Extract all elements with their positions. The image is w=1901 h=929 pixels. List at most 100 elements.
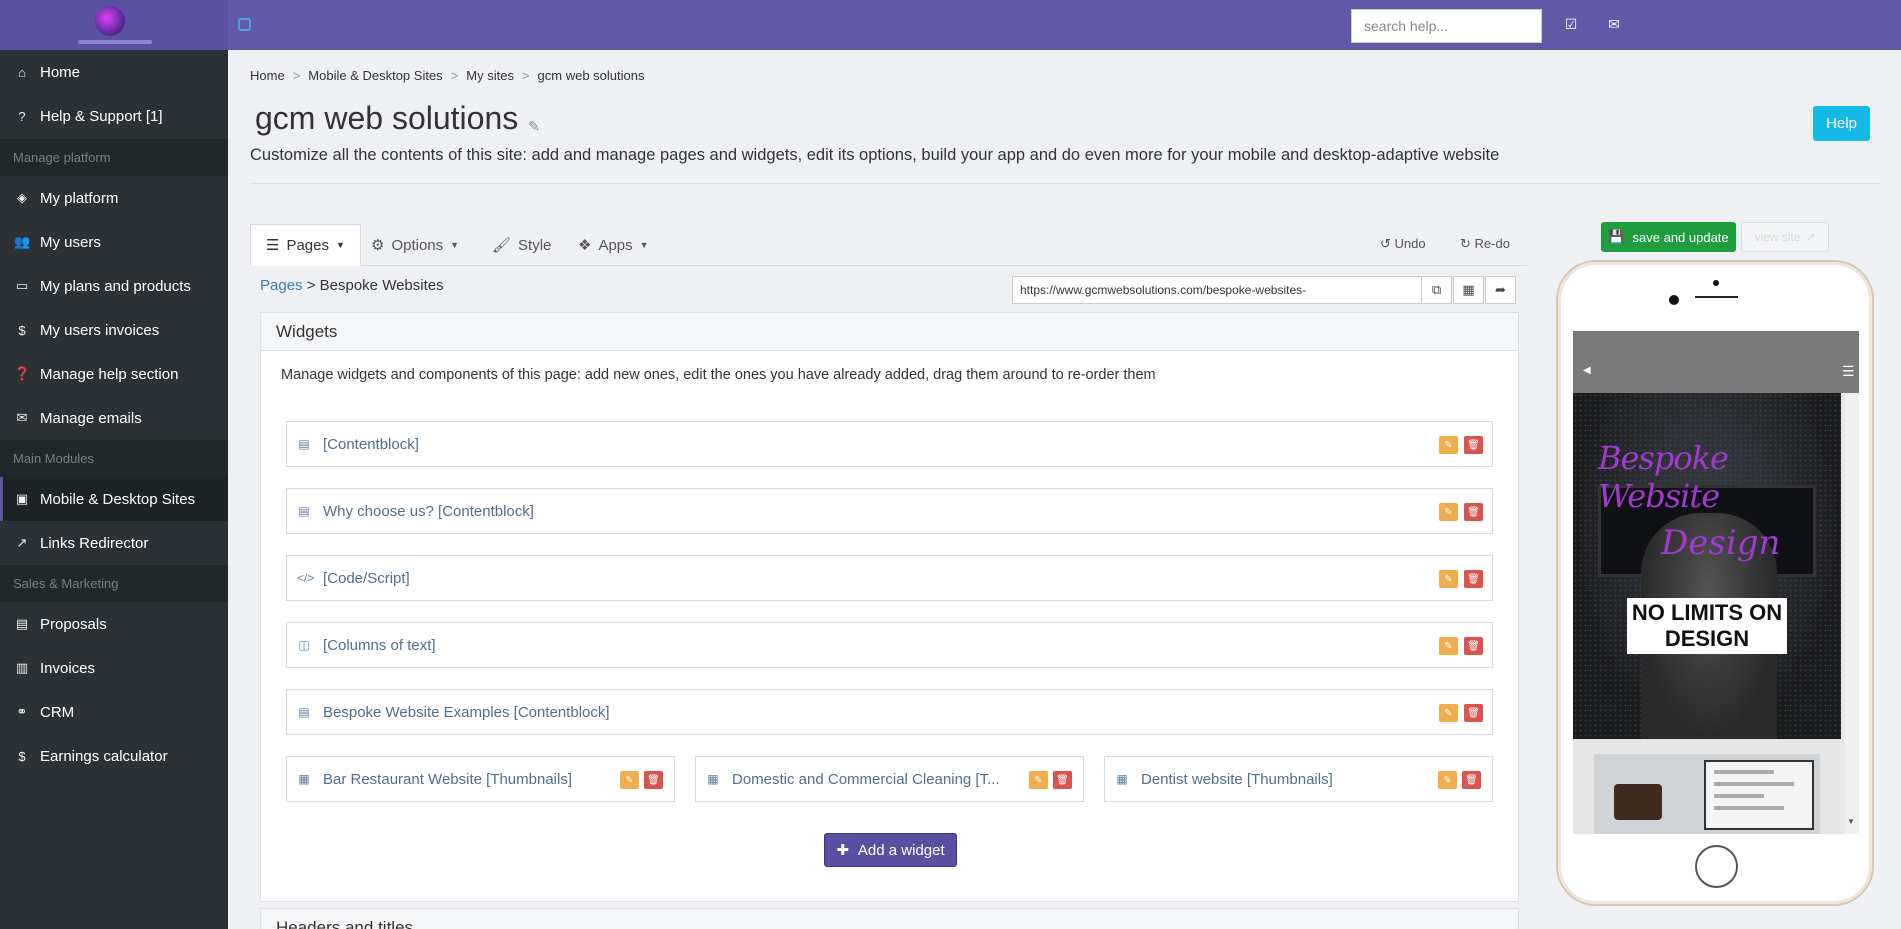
edit-icon[interactable]: ✎: [620, 771, 639, 789]
edit-icon[interactable]: ✎: [1439, 637, 1458, 655]
thumbnail-widget[interactable]: ▦ Domestic and Commercial Cleaning [T...…: [695, 756, 1084, 802]
phone-screen[interactable]: ◀ ☰ Bespoke Website Design NO LIMITS ON …: [1573, 331, 1859, 834]
back-arrow-icon[interactable]: ◀: [1583, 365, 1591, 376]
edit-pencil-icon[interactable]: ✎: [528, 118, 540, 135]
envelope-icon: ✉: [16, 410, 28, 425]
tab-apps[interactable]: ❖ Apps ▼: [578, 224, 649, 266]
edit-icon[interactable]: ✎: [1439, 570, 1458, 588]
sidebar-item-plans-products[interactable]: ▭ My plans and products: [0, 264, 228, 308]
pages-link[interactable]: Pages: [260, 277, 303, 294]
preview-scrollbar[interactable]: [1845, 393, 1859, 834]
page-crumb: Pages > Bespoke Websites: [260, 277, 444, 294]
breadcrumb-current: gcm web solutions: [537, 68, 645, 83]
sidebar-item-label: My platform: [40, 189, 119, 207]
tab-pages[interactable]: ☰ Pages ▼: [250, 224, 361, 266]
widget-label[interactable]: Dentist website [Thumbnails]: [1141, 771, 1333, 788]
view-site-button[interactable]: view site ↗: [1741, 222, 1829, 252]
widget-row[interactable]: ▤ [Contentblock] ✎ 🗑: [286, 421, 1493, 467]
edit-icon[interactable]: ✎: [1438, 771, 1457, 789]
page-subtitle: Customize all the contents of this site:…: [250, 146, 1500, 164]
page-title: gcm web solutions: [255, 100, 519, 136]
delete-icon[interactable]: 🗑: [1464, 704, 1483, 722]
hero-script-line-1: Bespoke Website: [1598, 439, 1729, 515]
sidebar-item-invoices[interactable]: ▥ Invoices: [0, 646, 228, 690]
sidebar: ⌂ Home ? Help & Support [1] Manage platf…: [0, 50, 228, 929]
ui-line: [1714, 806, 1784, 810]
breadcrumb-my-sites[interactable]: My sites: [466, 68, 514, 83]
add-widget-button[interactable]: ✚ Add a widget: [824, 833, 957, 867]
save-update-button[interactable]: 💾 save and update: [1601, 222, 1736, 252]
section-manage-platform: Manage platform: [0, 139, 228, 176]
widgets-panel: Widgets Manage widgets and components of…: [260, 312, 1519, 902]
sidebar-item-label: Invoices: [40, 659, 96, 677]
sidebar-item-proposals[interactable]: ▤ Proposals: [0, 602, 228, 646]
page-url-field[interactable]: [1012, 276, 1422, 304]
search-help-input[interactable]: [1351, 9, 1542, 43]
sidebar-item-users-invoices[interactable]: $ My users invoices: [0, 308, 228, 352]
copy-icon[interactable]: ⧉: [1421, 276, 1452, 304]
edit-icon[interactable]: ✎: [1439, 436, 1458, 454]
widget-label[interactable]: [Columns of text]: [323, 637, 436, 654]
delete-icon[interactable]: 🗑: [1053, 771, 1072, 789]
hamburger-icon[interactable]: ☰: [1842, 363, 1855, 380]
breadcrumb-mobile-desktop-sites[interactable]: Mobile & Desktop Sites: [308, 68, 442, 83]
widget-row[interactable]: ▤ Bespoke Website Examples [Contentblock…: [286, 689, 1493, 735]
scroll-down-icon[interactable]: ▼: [1847, 817, 1855, 826]
widget-row[interactable]: ▤ Why choose us? [Contentblock] ✎ 🗑: [286, 488, 1493, 534]
widget-label[interactable]: Domestic and Commercial Cleaning [T...: [732, 771, 1000, 788]
widget-row[interactable]: ◫ [Columns of text] ✎ 🗑: [286, 622, 1493, 668]
save-label: save and update: [1632, 229, 1729, 245]
delete-icon[interactable]: 🗑: [644, 771, 663, 789]
floppy-icon: 💾: [1608, 229, 1625, 244]
redo-button[interactable]: ↻ Re-do: [1460, 236, 1510, 252]
sidebar-item-crm[interactable]: ⚭ CRM: [0, 690, 228, 734]
widget-label[interactable]: [Code/Script]: [323, 570, 410, 587]
sidebar-item-earnings-calculator[interactable]: $ Earnings calculator: [0, 734, 228, 778]
logo[interactable]: [0, 0, 228, 50]
redo-icon: ↻: [1460, 236, 1471, 251]
thumbnail-widget[interactable]: ▦ Bar Restaurant Website [Thumbnails] ✎ …: [286, 756, 675, 802]
delete-icon[interactable]: 🗑: [1464, 637, 1483, 655]
sidebar-item-my-users[interactable]: 👥 My users: [0, 220, 228, 264]
sidebar-toggle-icon[interactable]: [238, 18, 251, 31]
sidebar-item-help-support[interactable]: ? Help & Support [1]: [0, 94, 228, 138]
top-bar: ☑ ✉: [0, 0, 1901, 50]
delete-icon[interactable]: 🗑: [1464, 570, 1483, 588]
laptop-image: [1704, 760, 1814, 830]
sidebar-item-my-platform[interactable]: ◈ My platform: [0, 176, 228, 220]
desktop-icon: ▣: [15, 491, 29, 506]
help-button[interactable]: Help: [1813, 106, 1870, 141]
widget-label[interactable]: Why choose us? [Contentblock]: [323, 503, 534, 520]
handshake-icon: ⚭: [16, 704, 28, 719]
sidebar-item-home[interactable]: ⌂ Home: [0, 50, 228, 94]
edit-icon[interactable]: ✎: [1439, 704, 1458, 722]
sidebar-item-links-redirector[interactable]: ↗ Links Redirector: [0, 521, 228, 565]
tab-options[interactable]: ⚙ Options ▼: [371, 224, 459, 266]
undo-icon: ↺: [1380, 236, 1391, 251]
delete-icon[interactable]: 🗑: [1464, 503, 1483, 521]
ui-line: [1714, 794, 1764, 798]
edit-icon[interactable]: ✎: [1029, 771, 1048, 789]
share-icon[interactable]: ➦: [1485, 276, 1516, 304]
sidebar-item-help-section[interactable]: ❓ Manage help section: [0, 352, 228, 396]
delete-icon[interactable]: 🗑: [1462, 771, 1481, 789]
undo-button[interactable]: ↺ Undo: [1380, 236, 1426, 252]
widget-label[interactable]: [Contentblock]: [323, 436, 419, 453]
widget-row[interactable]: </> [Code/Script] ✎ 🗑: [286, 555, 1493, 601]
delete-icon[interactable]: 🗑: [1464, 436, 1483, 454]
widget-label[interactable]: Bar Restaurant Website [Thumbnails]: [323, 771, 572, 788]
sidebar-item-label: Help & Support [1]: [40, 107, 163, 125]
check-square-icon[interactable]: ☑: [1563, 16, 1579, 32]
tab-style[interactable]: 🖌 Style: [492, 224, 551, 266]
edit-icon[interactable]: ✎: [1439, 503, 1458, 521]
sidebar-item-manage-emails[interactable]: ✉ Manage emails: [0, 396, 228, 440]
envelope-icon[interactable]: ✉: [1606, 16, 1622, 32]
widget-label[interactable]: Bespoke Website Examples [Contentblock]: [323, 704, 610, 721]
thumbnail-widget[interactable]: ▦ Dentist website [Thumbnails] ✎ 🗑: [1104, 756, 1493, 802]
sidebar-item-mobile-desktop-sites[interactable]: ▣ Mobile & Desktop Sites: [0, 477, 228, 521]
hero-headline: NO LIMITS ON DESIGN: [1627, 598, 1787, 654]
breadcrumb-home[interactable]: Home: [250, 68, 285, 83]
sidebar-item-label: My users: [40, 233, 101, 251]
qr-code-icon[interactable]: ▦: [1453, 276, 1484, 304]
phone-sensor: [1713, 280, 1719, 286]
